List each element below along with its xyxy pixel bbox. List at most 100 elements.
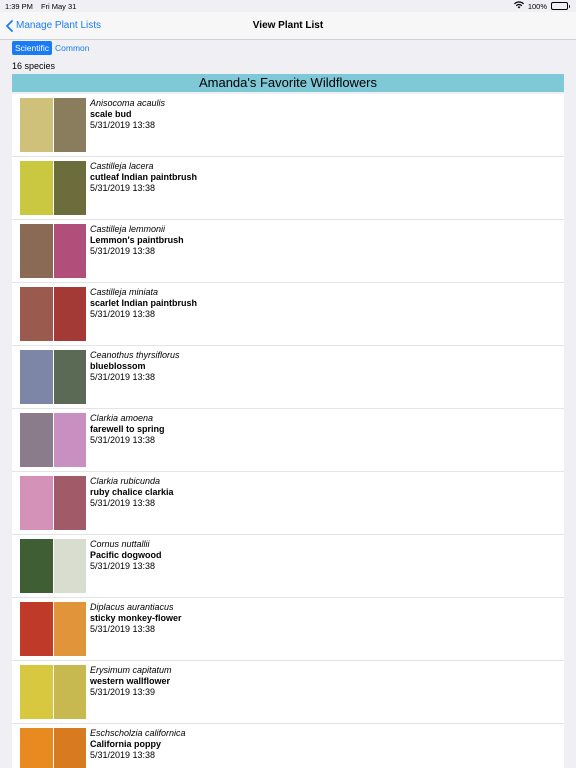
plant-photo bbox=[53, 287, 86, 341]
plant-photo bbox=[53, 728, 86, 768]
common-name: scarlet Indian paintbrush bbox=[90, 298, 198, 308]
plant-photo bbox=[20, 665, 53, 719]
scientific-name: Castilleja lemmonii bbox=[90, 224, 166, 234]
common-name: sticky monkey-flower bbox=[90, 613, 182, 623]
plant-thumbnail bbox=[20, 287, 86, 341]
plant-info: Clarkia amoena farewell to spring 5/31/201… bbox=[90, 413, 165, 446]
plant-info: Castilleja lacera cutleaf Indian paintbru… bbox=[90, 161, 197, 194]
plant-info: Eschscholzia californica California poppy… bbox=[90, 728, 186, 761]
plant-photo bbox=[53, 224, 86, 278]
plant-info: Diplacus aurantiacus sticky monkey-flower… bbox=[90, 602, 182, 635]
plant-thumbnail bbox=[20, 350, 86, 404]
date-added: 5/31/2019 13:38 bbox=[90, 246, 156, 256]
date-added: 5/31/2019 13:38 bbox=[90, 309, 156, 319]
plant-photo bbox=[53, 98, 86, 152]
status-time: 1:39 PM bbox=[5, 1, 33, 11]
date-added: 5/31/2019 13:38 bbox=[90, 750, 156, 760]
common-name: farewell to spring bbox=[90, 424, 165, 434]
date-added: 5/31/2019 13:38 bbox=[90, 561, 156, 571]
back-button[interactable]: Manage Plant Lists bbox=[0, 19, 102, 32]
plant-photo bbox=[20, 224, 53, 278]
wifi-icon bbox=[513, 1, 524, 11]
species-count: 16 species bbox=[12, 61, 56, 71]
scientific-name: Cornus nuttallii bbox=[90, 539, 150, 549]
name-type-toggle: Scientific Common bbox=[12, 41, 93, 55]
plant-thumbnail bbox=[20, 539, 86, 593]
common-name: California poppy bbox=[90, 739, 162, 749]
scientific-name: Clarkia rubicunda bbox=[90, 476, 161, 486]
common-name: Lemmon's paintbrush bbox=[90, 235, 184, 245]
plant-info: Cornus nuttallii Pacific dogwood 5/31/2019… bbox=[90, 539, 162, 572]
toggle-common[interactable]: Common bbox=[52, 41, 92, 55]
date-added: 5/31/2019 13:38 bbox=[90, 183, 156, 193]
plant-row[interactable]: Anisocoma acaulis scale bud 5/31/2019 13:3… bbox=[12, 94, 564, 157]
battery-icon bbox=[551, 2, 570, 10]
scientific-name: Castilleja lacera bbox=[90, 161, 154, 171]
toggle-scientific[interactable]: Scientific bbox=[12, 41, 53, 55]
plant-photo bbox=[20, 476, 53, 530]
plant-row[interactable]: Castilleja lacera cutleaf Indian paintbru… bbox=[12, 157, 564, 220]
common-name: cutleaf Indian paintbrush bbox=[90, 172, 198, 182]
plant-photo bbox=[20, 350, 53, 404]
list-title: Amanda's Favorite Wildflowers bbox=[12, 74, 564, 92]
date-added: 5/31/2019 13:38 bbox=[90, 372, 156, 382]
plant-list[interactable]: Anisocoma acaulis scale bud 5/31/2019 13:3… bbox=[12, 94, 564, 768]
plant-thumbnail bbox=[20, 476, 86, 530]
scientific-name: Erysimum capitatum bbox=[90, 665, 172, 675]
plant-info: Castilleja miniata scarlet Indian paintbr… bbox=[90, 287, 197, 320]
plant-info: Ceanothus thyrsiflorus blueblossom 5/31/20… bbox=[90, 350, 180, 383]
scientific-name: Clarkia amoena bbox=[90, 413, 154, 423]
plant-row[interactable]: Castilleja miniata scarlet Indian paintbr… bbox=[12, 283, 564, 346]
plant-thumbnail bbox=[20, 665, 86, 719]
plant-photo bbox=[20, 602, 53, 656]
plant-row[interactable]: Erysimum capitatum western wallflower 5/31… bbox=[12, 661, 564, 724]
status-bar: 1:39 PM Fri May 31 100% bbox=[0, 0, 576, 12]
plant-photo bbox=[53, 665, 86, 719]
plant-photo bbox=[53, 476, 86, 530]
plant-thumbnail bbox=[20, 161, 86, 215]
plant-row[interactable]: Clarkia rubicunda ruby chalice clarkia 5/3… bbox=[12, 472, 564, 535]
scientific-name: Anisocoma acaulis bbox=[90, 98, 166, 108]
date-added: 5/31/2019 13:38 bbox=[90, 120, 156, 130]
plant-photo bbox=[53, 602, 86, 656]
plant-thumbnail bbox=[20, 602, 86, 656]
back-button-label: Manage Plant Lists bbox=[16, 20, 102, 31]
plant-row[interactable]: Diplacus aurantiacus sticky monkey-flower… bbox=[12, 598, 564, 661]
scientific-name: Eschscholzia californica bbox=[90, 728, 186, 738]
plant-row[interactable]: Ceanothus thyrsiflorus blueblossom 5/31/20… bbox=[12, 346, 564, 409]
date-added: 5/31/2019 13:38 bbox=[90, 624, 156, 634]
plant-row[interactable]: Castilleja lemmonii Lemmon's paintbrush 5/… bbox=[12, 220, 564, 283]
plant-photo bbox=[20, 539, 53, 593]
plant-photo bbox=[20, 161, 53, 215]
date-added: 5/31/2019 13:39 bbox=[90, 687, 156, 697]
scientific-name: Castilleja miniata bbox=[90, 287, 159, 297]
plant-row[interactable]: Cornus nuttallii Pacific dogwood 5/31/2019… bbox=[12, 535, 564, 598]
plant-info: Anisocoma acaulis scale bud 5/31/2019 13:3… bbox=[90, 98, 165, 131]
scientific-name: Diplacus aurantiacus bbox=[90, 602, 174, 612]
plant-photo bbox=[20, 728, 53, 768]
plant-info: Erysimum capitatum western wallflower 5/31… bbox=[90, 665, 172, 698]
plant-thumbnail bbox=[20, 98, 86, 152]
plant-thumbnail bbox=[20, 224, 86, 278]
common-name: blueblossom bbox=[90, 361, 146, 371]
navigation-bar: Manage Plant Lists View Plant List bbox=[0, 12, 576, 40]
common-name: western wallflower bbox=[90, 676, 171, 686]
common-name: scale bud bbox=[90, 109, 132, 119]
battery-percent: 100% bbox=[527, 1, 547, 11]
plant-row[interactable]: Clarkia amoena farewell to spring 5/31/201… bbox=[12, 409, 564, 472]
plant-photo bbox=[20, 98, 53, 152]
plant-photo bbox=[53, 350, 86, 404]
status-date: Fri May 31 bbox=[40, 1, 77, 11]
plant-photo bbox=[53, 413, 86, 467]
chevron-left-icon bbox=[6, 19, 13, 32]
plant-photo bbox=[20, 287, 53, 341]
plant-thumbnail bbox=[20, 728, 86, 768]
plant-row[interactable]: Eschscholzia californica California poppy… bbox=[12, 724, 564, 768]
common-name: ruby chalice clarkia bbox=[90, 487, 174, 497]
date-added: 5/31/2019 13:38 bbox=[90, 498, 156, 508]
common-name: Pacific dogwood bbox=[90, 550, 162, 560]
plant-info: Castilleja lemmonii Lemmon's paintbrush 5/… bbox=[90, 224, 184, 257]
scientific-name: Ceanothus thyrsiflorus bbox=[90, 350, 180, 360]
plant-photo bbox=[53, 539, 86, 593]
plant-thumbnail bbox=[20, 413, 86, 467]
